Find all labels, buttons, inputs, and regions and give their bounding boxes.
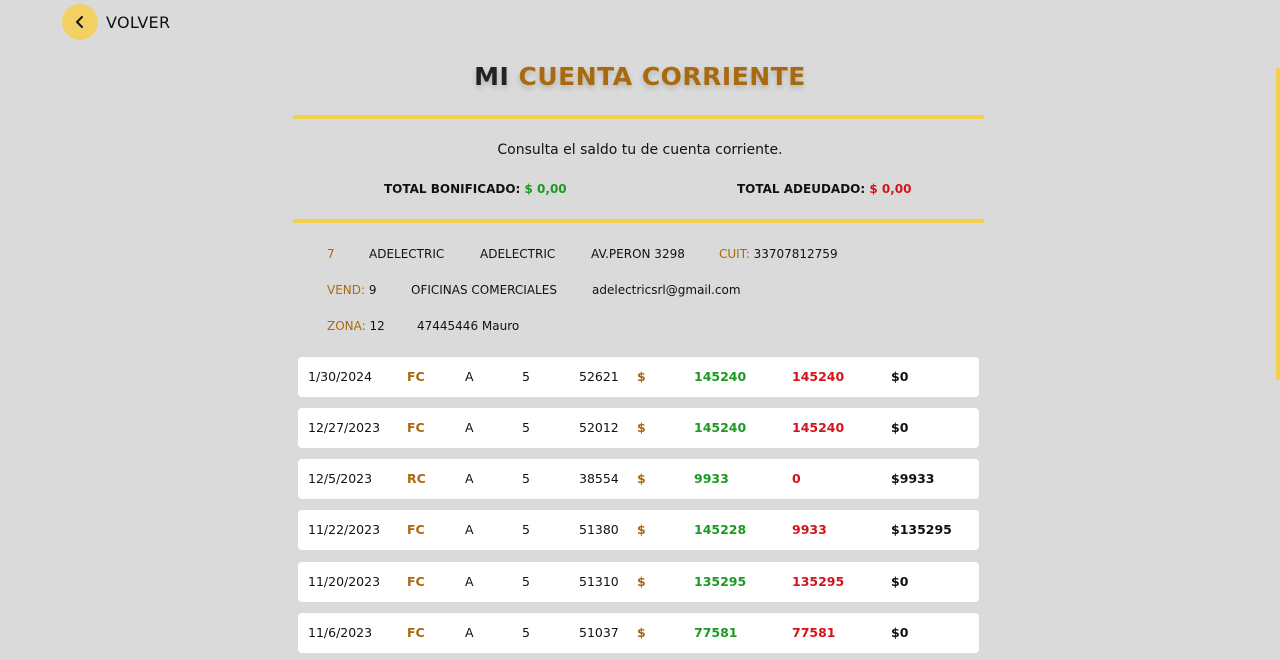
row-number: 52012 — [579, 420, 619, 435]
row-saldo: $0 — [891, 420, 909, 435]
row-type: FC — [407, 420, 425, 435]
back-label: VOLVER — [106, 12, 171, 32]
divider-bottom — [293, 219, 984, 223]
row-haber: 145240 — [694, 369, 747, 384]
row-type: FC — [407, 574, 425, 589]
page-title-part2: CUENTA CORRIENTE — [518, 62, 806, 91]
row-haber: 145240 — [694, 420, 747, 435]
row-saldo: $0 — [891, 625, 909, 640]
row-date: 1/30/2024 — [308, 369, 373, 384]
row-haber: 9933 — [694, 471, 729, 486]
row-type: RC — [407, 471, 426, 486]
vend-value: 9 — [368, 283, 377, 297]
row-pv: 5 — [522, 574, 530, 589]
total-adeudado-value: $ 0,00 — [869, 182, 912, 196]
vend-label: VEND: — [327, 283, 366, 297]
row-type: FC — [407, 625, 425, 640]
row-debe: 0 — [792, 471, 801, 486]
total-adeudado: TOTAL ADEUDADO: $ 0,00 — [737, 182, 911, 196]
row-pv: 5 — [522, 625, 530, 640]
row-date: 11/20/2023 — [308, 574, 381, 589]
row-saldo: $135295 — [891, 522, 952, 537]
row-letter: A — [465, 574, 474, 589]
row-type: FC — [407, 369, 425, 384]
row-saldo: $0 — [891, 574, 909, 589]
client-id: 7 — [327, 247, 335, 261]
row-pv: 5 — [522, 522, 530, 537]
total-bonificado-label: TOTAL BONIFICADO: — [384, 182, 521, 196]
row-currency: $ — [637, 369, 646, 384]
page-title-part1: MI — [474, 62, 510, 91]
row-debe: 135295 — [792, 574, 845, 589]
row-haber: 135295 — [694, 574, 747, 589]
row-letter: A — [465, 369, 474, 384]
row-debe: 145240 — [792, 369, 845, 384]
row-type: FC — [407, 522, 425, 537]
total-adeudado-label: TOTAL ADEUDADO: — [737, 182, 866, 196]
row-saldo: $9933 — [891, 471, 935, 486]
zona-value: 12 — [369, 319, 385, 333]
row-haber: 145228 — [694, 522, 747, 537]
row-haber: 77581 — [694, 625, 738, 640]
client-zona: ZONA: 12 — [327, 319, 385, 333]
row-debe: 9933 — [792, 522, 827, 537]
row-currency: $ — [637, 625, 646, 640]
table-row: 12/27/2023 FC A 5 52012 $ 145240 145240 … — [298, 408, 979, 448]
row-number: 51310 — [579, 574, 619, 589]
row-pv: 5 — [522, 369, 530, 384]
client-name: ADELECTRIC — [369, 247, 445, 261]
cuit-label: CUIT: — [719, 247, 750, 261]
row-pv: 5 — [522, 471, 530, 486]
page-title: MI CUENTA CORRIENTE — [0, 62, 1280, 91]
row-date: 12/5/2023 — [308, 471, 373, 486]
table-row: 1/30/2024 FC A 5 52621 $ 145240 145240 $… — [298, 357, 979, 397]
client-cuit: CUIT: 33707812759 — [719, 247, 838, 261]
row-date: 11/6/2023 — [308, 625, 373, 640]
scrollbar-thumb[interactable] — [1276, 68, 1280, 380]
row-debe: 77581 — [792, 625, 836, 640]
table-row: 11/22/2023 FC A 5 51380 $ 145228 9933 $1… — [298, 510, 979, 550]
row-number: 38554 — [579, 471, 619, 486]
row-currency: $ — [637, 574, 646, 589]
row-currency: $ — [637, 522, 646, 537]
chevron-left-icon — [62, 4, 98, 40]
row-number: 51037 — [579, 625, 619, 640]
row-number: 52621 — [579, 369, 619, 384]
row-pv: 5 — [522, 420, 530, 435]
row-saldo: $0 — [891, 369, 909, 384]
cuit-value: 33707812759 — [753, 247, 838, 261]
client-contact: 47445446 Mauro — [417, 319, 520, 333]
row-letter: A — [465, 625, 474, 640]
row-letter: A — [465, 522, 474, 537]
row-letter: A — [465, 471, 474, 486]
row-date: 11/22/2023 — [308, 522, 381, 537]
client-office: OFICINAS COMERCIALES — [411, 283, 557, 297]
row-debe: 145240 — [792, 420, 845, 435]
table-row: 11/20/2023 FC A 5 51310 $ 135295 135295 … — [298, 562, 979, 602]
back-button[interactable]: VOLVER — [62, 4, 170, 40]
row-letter: A — [465, 420, 474, 435]
divider-top — [293, 115, 984, 119]
zona-label: ZONA: — [327, 319, 366, 333]
row-currency: $ — [637, 420, 646, 435]
total-bonificado-value: $ 0,00 — [524, 182, 567, 196]
row-currency: $ — [637, 471, 646, 486]
client-business-name: ADELECTRIC — [480, 247, 556, 261]
page-subtitle: Consulta el saldo tu de cuenta corriente… — [497, 142, 783, 158]
table-row: 12/5/2023 RC A 5 38554 $ 9933 0 $9933 — [298, 459, 979, 499]
row-number: 51380 — [579, 522, 619, 537]
client-vend: VEND: 9 — [327, 283, 377, 297]
client-email: adelectricsrl@gmail.com — [592, 283, 741, 297]
total-bonificado: TOTAL BONIFICADO: $ 0,00 — [384, 182, 567, 196]
row-date: 12/27/2023 — [308, 420, 381, 435]
table-row: 11/6/2023 FC A 5 51037 $ 77581 77581 $0 — [298, 613, 979, 653]
client-address: AV.PERON 3298 — [591, 247, 685, 261]
